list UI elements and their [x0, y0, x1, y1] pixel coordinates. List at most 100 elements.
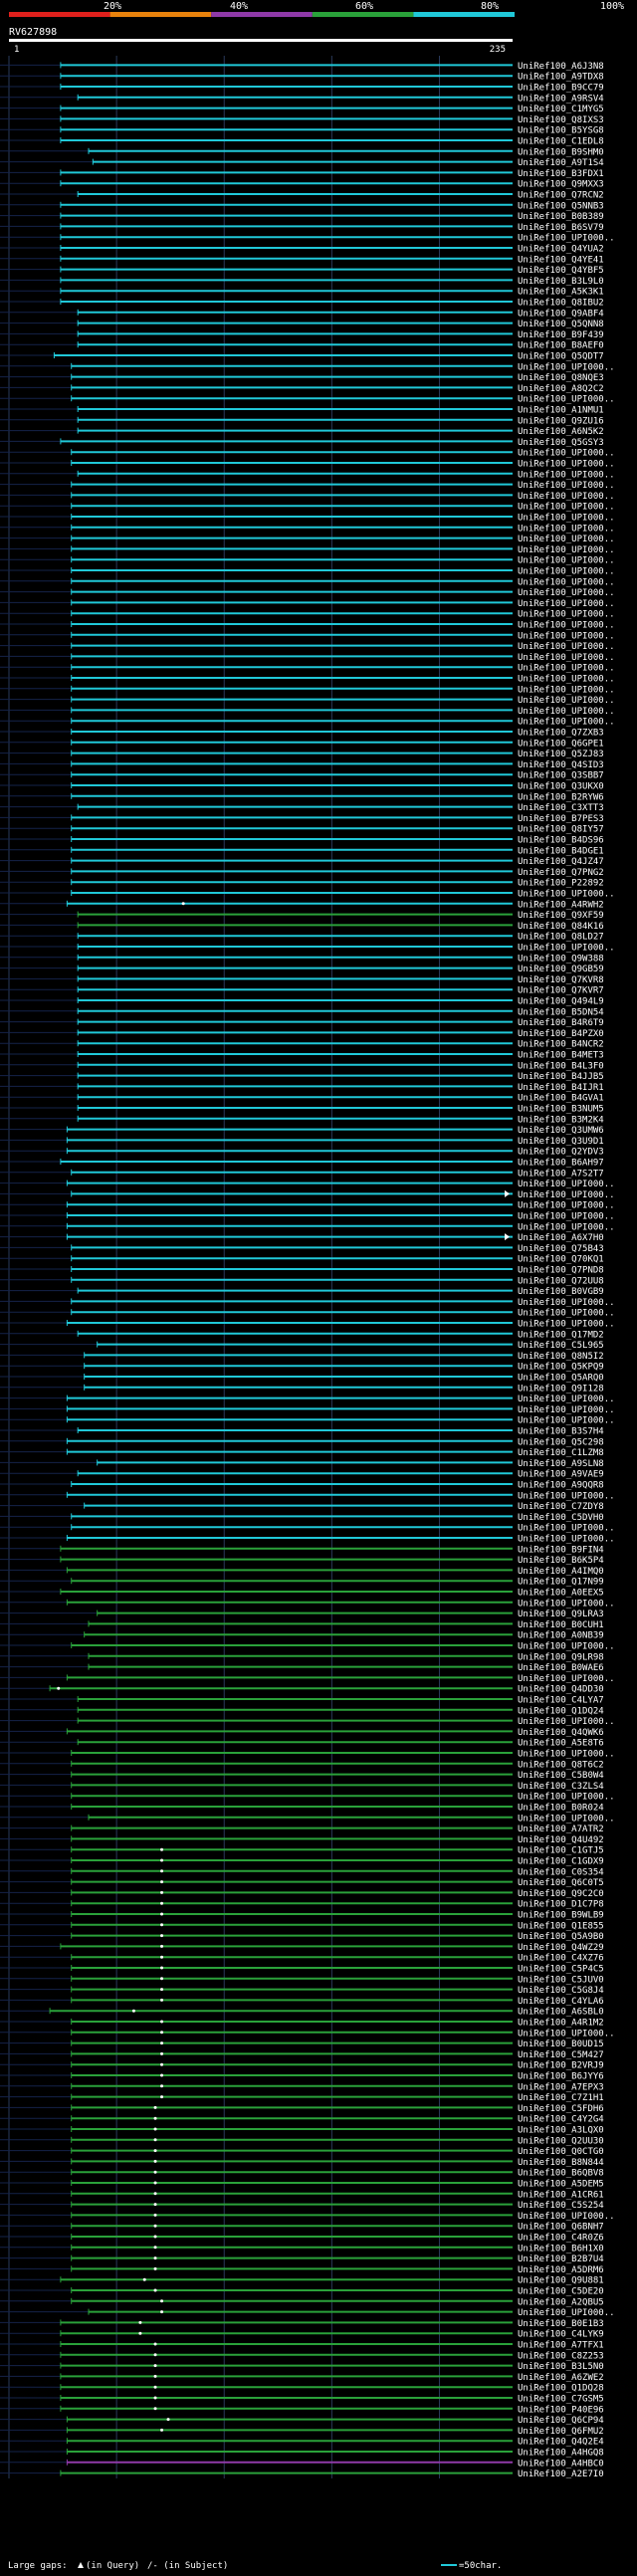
- hit-row[interactable]: UniRef100_Q8N5I2: [0, 1352, 604, 1362]
- hit-row[interactable]: UniRef100_B0VGB9: [0, 1287, 604, 1297]
- hit-row[interactable]: UniRef100_A9RSV4: [0, 94, 604, 104]
- hit-row[interactable]: UniRef100_UPI000..: [0, 1793, 615, 1803]
- hit-label[interactable]: UniRef100_UPI000..: [518, 2212, 615, 2222]
- hit-label[interactable]: UniRef100_A5DRM6: [518, 2265, 604, 2275]
- hit-row[interactable]: UniRef100_C1EDL8: [0, 137, 604, 147]
- hit-row[interactable]: UniRef100_UPI000..: [0, 1222, 615, 1232]
- hit-row[interactable]: UniRef100_Q4SID3: [0, 760, 604, 770]
- hit-row[interactable]: UniRef100_Q7PNG2: [0, 868, 604, 878]
- hit-row[interactable]: UniRef100_UPI000..: [0, 2308, 615, 2318]
- hit-label[interactable]: UniRef100_Q4WZ29: [518, 1943, 604, 1953]
- hit-row[interactable]: UniRef100_Q72UU8: [0, 1276, 604, 1286]
- hit-row[interactable]: UniRef100_A1NMU1: [0, 406, 604, 416]
- hit-label[interactable]: UniRef100_B3NUM5: [518, 1105, 604, 1115]
- hit-row[interactable]: UniRef100_Q5QDT7: [0, 352, 604, 362]
- hit-row[interactable]: UniRef100_A3LQX0: [0, 2126, 604, 2136]
- hit-row[interactable]: UniRef100_C1MYG5: [0, 105, 604, 114]
- hit-row[interactable]: UniRef100_C4Y2G4: [0, 2115, 604, 2125]
- hit-label[interactable]: UniRef100_B5YSG8: [518, 126, 604, 136]
- hit-label[interactable]: UniRef100_A9VAE9: [518, 1470, 604, 1480]
- hit-label[interactable]: UniRef100_UPI000..: [518, 503, 615, 513]
- hit-row[interactable]: UniRef100_Q6CP94: [0, 2416, 604, 2426]
- hit-label[interactable]: UniRef100_UPI000..: [518, 675, 615, 685]
- hit-row[interactable]: UniRef100_UPI000..: [0, 234, 615, 244]
- hit-label[interactable]: UniRef100_UPI000..: [518, 599, 615, 609]
- hit-label[interactable]: UniRef100_Q7KVR8: [518, 975, 604, 985]
- hit-row[interactable]: UniRef100_UPI000..: [0, 653, 615, 663]
- hit-row[interactable]: UniRef100_UPI000..: [0, 395, 615, 405]
- hit-row[interactable]: UniRef100_Q4Q2E4: [0, 2438, 604, 2448]
- hit-row[interactable]: UniRef100_Q8LD27: [0, 933, 604, 943]
- hit-row[interactable]: UniRef100_Q8IXS3: [0, 115, 604, 125]
- hit-row[interactable]: UniRef100_UPI000..: [0, 1642, 615, 1652]
- hit-row[interactable]: UniRef100_B3M2K4: [0, 1115, 604, 1125]
- hit-label[interactable]: UniRef100_A5DEM5: [518, 2180, 604, 2190]
- hit-label[interactable]: UniRef100_UPI000..: [518, 707, 615, 717]
- hit-row[interactable]: UniRef100_D1C7P8: [0, 1900, 604, 1910]
- hit-label[interactable]: UniRef100_A8Q2C2: [518, 384, 604, 394]
- hit-label[interactable]: UniRef100_A0EEX5: [518, 1589, 604, 1599]
- hit-row[interactable]: UniRef100_B3FDX1: [0, 169, 604, 179]
- hit-label[interactable]: UniRef100_C1LZM8: [518, 1448, 604, 1458]
- hit-row[interactable]: UniRef100_A4IMQ0: [0, 1567, 604, 1577]
- hit-row[interactable]: UniRef100_B0B389: [0, 212, 604, 222]
- hit-row[interactable]: UniRef100_Q3UMW6: [0, 1126, 604, 1136]
- hit-row[interactable]: UniRef100_C7Z1H1: [0, 2093, 604, 2103]
- hit-label[interactable]: UniRef100_A5K3K1: [518, 288, 604, 298]
- hit-label[interactable]: UniRef100_B0VGB9: [518, 1287, 604, 1297]
- hit-row[interactable]: UniRef100_Q7PND8: [0, 1266, 604, 1276]
- hit-row[interactable]: UniRef100_C5P4C5: [0, 1965, 604, 1975]
- hit-row[interactable]: UniRef100_UPI000..: [0, 944, 615, 954]
- hit-label[interactable]: UniRef100_C5S254: [518, 2201, 604, 2211]
- hit-label[interactable]: UniRef100_Q6GPE1: [518, 739, 604, 749]
- hit-row[interactable]: UniRef100_Q9GB59: [0, 965, 604, 974]
- hit-row[interactable]: UniRef100_C7ZDY8: [0, 1502, 604, 1512]
- hit-label[interactable]: UniRef100_B2B7U4: [518, 2254, 604, 2264]
- hit-row[interactable]: UniRef100_A2E7I0: [0, 2469, 604, 2479]
- hit-label[interactable]: UniRef100_UPI000..: [518, 1212, 615, 1222]
- hit-label[interactable]: UniRef100_UPI000..: [518, 1793, 615, 1803]
- hit-row[interactable]: UniRef100_A1CR61: [0, 2190, 604, 2200]
- hit-row[interactable]: UniRef100_Q4DD30: [0, 1685, 604, 1695]
- hit-row[interactable]: UniRef100_Q6GPE1: [0, 739, 604, 749]
- hit-label[interactable]: UniRef100_C1GDX9: [518, 1857, 604, 1867]
- hit-row[interactable]: UniRef100_C4LYA7: [0, 1696, 604, 1706]
- hit-label[interactable]: UniRef100_C5P4C5: [518, 1965, 604, 1975]
- hit-label[interactable]: UniRef100_A4HBC0: [518, 2459, 604, 2469]
- hit-label[interactable]: UniRef100_UPI000..: [518, 460, 615, 470]
- hit-row[interactable]: UniRef100_UPI000..: [0, 514, 615, 524]
- hit-label[interactable]: UniRef100_Q70KQ1: [518, 1255, 604, 1265]
- hit-row[interactable]: UniRef100_B6QBV8: [0, 2169, 604, 2179]
- hit-label[interactable]: UniRef100_UPI000..: [518, 1524, 615, 1534]
- hit-row[interactable]: UniRef100_C1GTJ5: [0, 1846, 604, 1856]
- hit-label[interactable]: UniRef100_Q8NQE3: [518, 373, 604, 383]
- hit-label[interactable]: UniRef100_Q4JZ47: [518, 857, 604, 867]
- hit-label[interactable]: UniRef100_Q84K16: [518, 922, 604, 932]
- hit-row[interactable]: UniRef100_UPI000..: [0, 890, 615, 900]
- hit-label[interactable]: UniRef100_C4YLA6: [518, 1997, 604, 2007]
- hit-label[interactable]: UniRef100_UPI000..: [518, 2308, 615, 2318]
- hit-row[interactable]: UniRef100_B6K5P4: [0, 1556, 604, 1566]
- hit-label[interactable]: UniRef100_A9RSV4: [518, 94, 604, 104]
- hit-label[interactable]: UniRef100_P22892: [518, 879, 604, 889]
- hit-row[interactable]: UniRef100_Q9LR98: [0, 1652, 604, 1662]
- hit-label[interactable]: UniRef100_B6QBV8: [518, 2169, 604, 2179]
- hit-row[interactable]: UniRef100_UPI000..: [0, 545, 615, 555]
- hit-row[interactable]: UniRef100_UPI000..: [0, 621, 615, 631]
- hit-row[interactable]: UniRef100_UPI000..: [0, 1599, 615, 1609]
- hit-row[interactable]: UniRef100_A6ZWE2: [0, 2373, 604, 2383]
- hit-label[interactable]: UniRef100_Q7PND8: [518, 1266, 604, 1276]
- hit-row[interactable]: UniRef100_C3XTT3: [0, 803, 604, 813]
- hit-label[interactable]: UniRef100_Q9C2C0: [518, 1889, 604, 1899]
- hit-row[interactable]: UniRef100_B4PZX0: [0, 1029, 604, 1039]
- hit-row[interactable]: UniRef100_B4R6T9: [0, 1018, 604, 1028]
- hit-row[interactable]: UniRef100_Q3SBB7: [0, 771, 604, 781]
- hit-row[interactable]: UniRef100_A6N5K2: [0, 427, 604, 437]
- hit-label[interactable]: UniRef100_Q0CTG0: [518, 2147, 604, 2157]
- hit-label[interactable]: UniRef100_UPI000..: [518, 362, 615, 372]
- hit-label[interactable]: UniRef100_C3XTT3: [518, 803, 604, 813]
- hit-label[interactable]: UniRef100_B4PZX0: [518, 1029, 604, 1039]
- hit-row[interactable]: UniRef100_Q9ABF4: [0, 309, 604, 319]
- hit-label[interactable]: UniRef100_UPI000..: [518, 556, 615, 566]
- hit-label[interactable]: UniRef100_Q7PNG2: [518, 868, 604, 878]
